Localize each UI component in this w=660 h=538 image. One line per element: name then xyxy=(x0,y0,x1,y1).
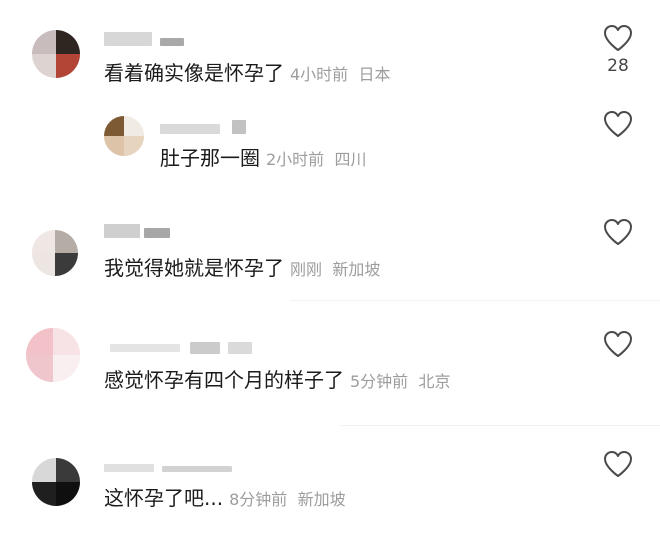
comment-text: 肚子那一圈 xyxy=(160,146,260,170)
comment-text: 这怀孕了吧... xyxy=(104,486,224,510)
comment-content[interactable]: 我觉得她就是怀孕了 刚刚 新加坡 xyxy=(104,258,380,278)
avatar[interactable] xyxy=(26,328,80,382)
comment-item: 看着确实像是怀孕了 4小时前 日本 28 xyxy=(0,0,660,110)
comment-location: 日本 xyxy=(358,65,391,84)
comment-item: 感觉怀孕有四个月的样子了 5分钟前 北京 xyxy=(0,310,660,430)
comment-item: 这怀孕了吧... 8分钟前 新加坡 xyxy=(0,430,660,538)
comment-location: 北京 xyxy=(418,372,451,391)
comment-content[interactable]: 看着确实像是怀孕了 4小时前 日本 xyxy=(104,63,391,83)
comment-content[interactable]: 感觉怀孕有四个月的样子了 5分钟前 北京 xyxy=(104,370,451,390)
comment-content[interactable]: 这怀孕了吧... 8分钟前 新加坡 xyxy=(104,488,346,508)
username-blurred[interactable] xyxy=(160,120,260,134)
avatar[interactable] xyxy=(104,116,144,156)
divider xyxy=(290,300,660,301)
avatar[interactable] xyxy=(32,230,78,276)
heart-outline-icon xyxy=(604,25,632,51)
avatar[interactable] xyxy=(32,458,80,506)
username-blurred[interactable] xyxy=(104,32,184,46)
comment-time: 4小时前 xyxy=(290,65,349,84)
like-button[interactable] xyxy=(594,450,642,478)
reply-item: 肚子那一圈 2小时前 四川 xyxy=(0,110,660,200)
like-button[interactable]: 28 xyxy=(594,24,642,76)
comment-location: 新加坡 xyxy=(297,490,346,509)
comment-time: 刚刚 xyxy=(290,260,323,279)
username-blurred[interactable] xyxy=(110,340,260,354)
heart-outline-icon xyxy=(604,219,632,245)
heart-outline-icon xyxy=(604,451,632,477)
comment-item: 我觉得她就是怀孕了 刚刚 新加坡 xyxy=(0,200,660,310)
comment-text: 感觉怀孕有四个月的样子了 xyxy=(104,368,344,392)
like-button[interactable] xyxy=(594,330,642,358)
comment-time: 8分钟前 xyxy=(229,490,288,509)
comment-location: 四川 xyxy=(334,150,367,169)
like-button[interactable] xyxy=(594,110,642,138)
like-button[interactable] xyxy=(594,218,642,246)
comment-time: 2小时前 xyxy=(266,150,325,169)
comment-location: 新加坡 xyxy=(332,260,381,279)
divider xyxy=(340,425,660,426)
heart-outline-icon xyxy=(604,111,632,137)
comment-text: 我觉得她就是怀孕了 xyxy=(104,256,284,280)
comment-time: 5分钟前 xyxy=(350,372,409,391)
username-blurred[interactable] xyxy=(104,224,174,238)
heart-outline-icon xyxy=(604,331,632,357)
comment-content[interactable]: 肚子那一圈 2小时前 四川 xyxy=(160,148,367,168)
like-count: 28 xyxy=(607,56,629,76)
comment-text: 看着确实像是怀孕了 xyxy=(104,61,284,85)
avatar[interactable] xyxy=(32,30,80,78)
username-blurred[interactable] xyxy=(104,458,244,472)
